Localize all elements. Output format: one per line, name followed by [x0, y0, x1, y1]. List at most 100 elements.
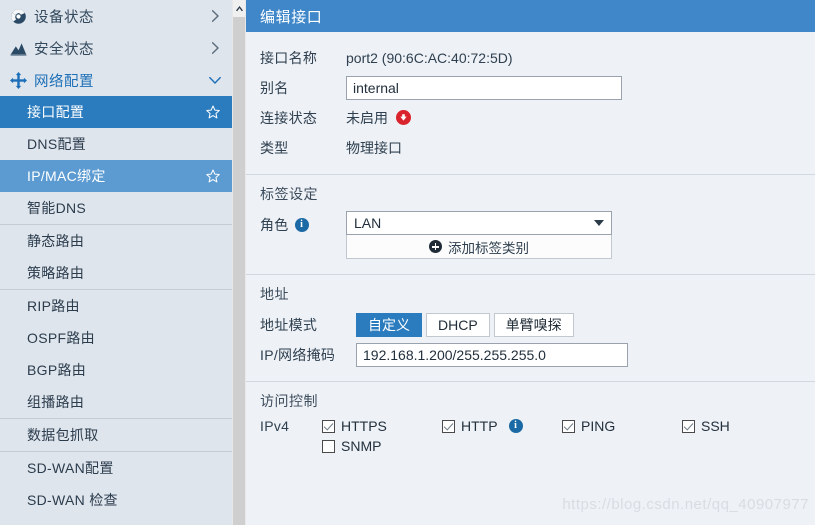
- sidebar-item-13[interactable]: SD-WAN 检查: [0, 484, 232, 516]
- interface-name-value: port2 (90:6C:AC:40:72:5D): [346, 49, 513, 66]
- main-content: 编辑接口 接口名称 port2 (90:6C:AC:40:72:5D) 别名 i…: [246, 0, 815, 525]
- tag-settings-section: 标签设定 角色 i LAN 添加标签类别: [246, 174, 815, 274]
- sidebar-item-8[interactable]: OSPF路由: [0, 322, 232, 354]
- sidebar-item-9[interactable]: BGP路由: [0, 354, 232, 386]
- sidebar-item-11[interactable]: 数据包抓取: [0, 419, 232, 451]
- favorite-star-icon[interactable]: [205, 105, 220, 120]
- sidebar-item-label: 智能DNS: [27, 200, 87, 216]
- move-arrows-icon: [9, 71, 27, 89]
- chevron-down-icon: [209, 76, 221, 84]
- favorite-star-icon[interactable]: [205, 169, 220, 184]
- address-mode-label: 地址模式: [260, 316, 318, 333]
- ipv4-access-row: IPv4 HTTPS HTTP i PING SSH SNMP: [246, 418, 815, 454]
- link-status-label: 连接状态: [260, 109, 318, 126]
- sidebar-item-label: IP/MAC绑定: [27, 168, 106, 184]
- application-window: 设备状态安全状态网络配置接口配置 DNS配置 IP/MAC绑定 智能DNS 静态路由策略…: [0, 0, 815, 525]
- sidebar-item-label: 策略路由: [27, 265, 85, 281]
- sidebar-item-label: 接口配置: [27, 104, 85, 120]
- type-row: 类型 物理接口: [246, 134, 815, 161]
- sidebar-item-label: DNS配置: [27, 136, 87, 152]
- access-checkbox-snmp[interactable]: SNMP: [322, 438, 442, 454]
- chevron-right-icon: [211, 42, 219, 54]
- access-control-heading: 访问控制: [246, 381, 815, 418]
- chevron-up-icon: [235, 6, 243, 12]
- ipmask-label: IP/网络掩码: [260, 346, 336, 363]
- sidebar-item-3[interactable]: IP/MAC绑定: [0, 160, 232, 192]
- address-heading: 地址: [246, 274, 815, 311]
- role-row: 角色 i LAN 添加标签类别: [246, 211, 815, 259]
- access-checkbox-row-1: HTTPS HTTP i PING SSH: [322, 418, 802, 434]
- ipv4-label: IPv4: [260, 418, 290, 434]
- address-mode-option-2[interactable]: DHCP: [426, 312, 490, 337]
- address-mode-option-3[interactable]: 单臂嗅探: [493, 312, 574, 337]
- role-label: 角色 i: [260, 211, 346, 235]
- star-icon: [205, 169, 220, 183]
- sidebar-item-label: 静态路由: [27, 233, 85, 249]
- role-select-value: LAN: [354, 215, 382, 231]
- link-status-row: 连接状态 未启用: [246, 104, 815, 131]
- role-info-icon[interactable]: i: [294, 218, 309, 232]
- sidebar-item-5[interactable]: 静态路由: [0, 225, 232, 257]
- scroll-track[interactable]: [233, 17, 245, 525]
- sidebar-item-label: 数据包抓取: [27, 427, 99, 443]
- access-checkbox-http[interactable]: HTTP i: [442, 418, 562, 434]
- checkbox-ping[interactable]: [562, 419, 575, 433]
- checkbox-label: SSH: [701, 418, 730, 434]
- alias-row: 别名 internal: [246, 74, 815, 101]
- access-control-section: 访问控制 IPv4 HTTPS HTTP i PING SSH SNMP: [246, 381, 815, 454]
- basic-info-section: 接口名称 port2 (90:6C:AC:40:72:5D) 别名 intern…: [246, 32, 815, 174]
- access-checkbox-https[interactable]: HTTPS: [322, 418, 442, 434]
- alias-label: 别名: [260, 79, 289, 96]
- arrow-down-circle-red-icon: [396, 110, 411, 125]
- sidebar-item-12[interactable]: SD-WAN配置: [0, 452, 232, 484]
- nav-group-label: 网络配置: [34, 73, 94, 90]
- checkbox-https[interactable]: [322, 419, 335, 433]
- add-tag-category-button[interactable]: 添加标签类别: [346, 235, 612, 259]
- checkbox-label: PING: [581, 418, 616, 434]
- access-checkbox-ping[interactable]: PING: [562, 418, 682, 434]
- sidebar-item-2[interactable]: DNS配置: [0, 128, 232, 160]
- nav-group-3[interactable]: 网络配置: [0, 64, 232, 96]
- role-select[interactable]: LAN: [346, 211, 612, 235]
- ipmask-input[interactable]: 192.168.1.200/255.255.255.0: [356, 342, 628, 367]
- address-mode-option-1[interactable]: 自定义: [356, 312, 422, 337]
- access-checkbox-ssh[interactable]: SSH: [682, 418, 802, 434]
- sidebar-item-7[interactable]: RIP路由: [0, 290, 232, 322]
- vertical-scrollbar[interactable]: [232, 0, 246, 525]
- chevron-down-icon: [594, 220, 604, 226]
- nav-group-label: 设备状态: [34, 9, 94, 26]
- chevron-down-icon[interactable]: [208, 73, 222, 87]
- checkbox-label: HTTP: [461, 418, 498, 434]
- chart-mountain-icon: [9, 39, 27, 57]
- nav-group-2[interactable]: 安全状态: [0, 32, 232, 64]
- checkbox-http[interactable]: [442, 419, 455, 433]
- sidebar-item-label: 组播路由: [27, 394, 85, 410]
- interface-name-label: 接口名称: [260, 49, 318, 66]
- access-checkbox-row-2: SNMP: [322, 438, 802, 454]
- chevron-right-icon[interactable]: [208, 41, 222, 55]
- sidebar-item-label: OSPF路由: [27, 330, 95, 346]
- nav-group-1[interactable]: 设备状态: [0, 0, 232, 32]
- checkbox-snmp[interactable]: [322, 439, 335, 453]
- dashboard-icon: [10, 8, 26, 24]
- add-tag-category-label: 添加标签类别: [448, 240, 529, 256]
- star-icon: [205, 105, 220, 119]
- scroll-up-button[interactable]: [233, 0, 245, 17]
- sidebar-item-6[interactable]: 策略路由: [0, 257, 232, 289]
- tag-settings-heading: 标签设定: [246, 174, 815, 211]
- sidebar-item-10[interactable]: 组播路由: [0, 386, 232, 418]
- chevron-right-icon[interactable]: [208, 9, 222, 23]
- address-mode-segmented-control: 自定义 DHCP 单臂嗅探: [356, 312, 578, 337]
- sidebar-item-1[interactable]: 接口配置: [0, 96, 232, 128]
- nav-group-label: 安全状态: [34, 41, 94, 58]
- sidebar-item-4[interactable]: 智能DNS: [0, 192, 232, 224]
- panel-title: 编辑接口: [246, 0, 815, 32]
- sidebar-item-label: SD-WAN 检查: [27, 492, 118, 508]
- checkbox-ssh[interactable]: [682, 419, 695, 433]
- http-info-icon[interactable]: i: [508, 419, 523, 433]
- chart-mountain-icon: [10, 42, 26, 55]
- panel-body: 接口名称 port2 (90:6C:AC:40:72:5D) 别名 intern…: [246, 32, 815, 525]
- alias-input[interactable]: internal: [346, 75, 622, 100]
- type-label: 类型: [260, 139, 289, 156]
- chevron-right-icon: [211, 10, 219, 22]
